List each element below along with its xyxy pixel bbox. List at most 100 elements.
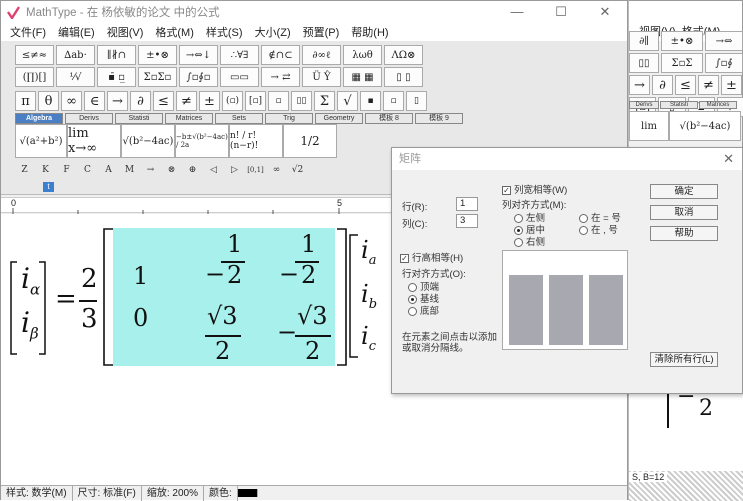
clear-all-lines-button[interactable]: 清除所有行(L) [650, 352, 718, 367]
bg-tab-derivs[interactable]: Derivs [629, 101, 659, 109]
tab-sets[interactable]: Sets [215, 113, 263, 124]
small-tpl-7[interactable]: → [141, 162, 160, 178]
small-tpl-13[interactable]: ∞ [267, 162, 286, 178]
menu-style[interactable]: 样式(S) [200, 24, 249, 40]
bg-tool-10[interactable]: ≠ [698, 75, 719, 95]
matrix-r2c3-num[interactable]: √3 [297, 302, 328, 330]
symbol-neq[interactable]: ≠ [176, 91, 197, 111]
palette-sets[interactable]: ∉∩⊂ [261, 45, 300, 65]
status-style[interactable]: 样式: 数学(M) [1, 485, 73, 501]
template-superscript[interactable]: ▪ [360, 91, 381, 111]
bg-tab-statisti[interactable]: Statisti [660, 101, 698, 109]
template-pythagoras[interactable]: √(a²+b²) [15, 124, 67, 158]
small-tpl-3[interactable]: F [57, 162, 76, 178]
matrix-r1c3-num[interactable]: 1 [301, 230, 316, 258]
palette-greek-upper[interactable]: ΛΩ⊗ [384, 45, 423, 65]
symbol-pi[interactable]: π [15, 91, 36, 111]
bg-tool-1[interactable]: ∂∥ [629, 31, 659, 51]
symbol-leq[interactable]: ≤ [153, 91, 174, 111]
matrix-r2c2-den[interactable]: 2 [215, 337, 230, 365]
symbol-plusminus[interactable]: ± [199, 91, 220, 111]
template-brackets[interactable]: [▫] [245, 91, 266, 111]
bg-tool-9[interactable]: ≤ [675, 75, 696, 95]
bg-tool-6[interactable]: ∫▫∮ [705, 53, 743, 73]
matrix-preview[interactable] [502, 250, 628, 350]
template-sum[interactable]: Σ [314, 91, 335, 111]
template-quadratic[interactable]: −b±√(b²−4ac) / 2a [175, 124, 229, 158]
tab-statisti[interactable]: Statisti [115, 113, 163, 124]
palette-arrows[interactable]: →⇔↓ [179, 45, 218, 65]
palette-misc[interactable]: ∂∞ℓ [302, 45, 341, 65]
palette-products[interactable]: Ü Ŷ [302, 67, 341, 87]
matrix-r2c3-den[interactable]: 2 [305, 337, 320, 365]
close-icon[interactable]: ✕ [583, 4, 627, 20]
small-tpl-12[interactable]: [0,1] [246, 162, 265, 178]
tab-geometry[interactable]: Geometry [315, 113, 363, 124]
palette-fences[interactable]: (∏)[] [15, 67, 54, 87]
bg-tool-2[interactable]: ±•⊗ [661, 31, 703, 51]
symbol-infinity[interactable]: ∞ [61, 91, 82, 111]
matrix-r2c2-num[interactable]: √3 [207, 302, 238, 330]
preview-column-3[interactable] [589, 275, 623, 345]
tab-trig[interactable]: Trig [265, 113, 313, 124]
tab-algebra[interactable]: Algebra [15, 113, 63, 124]
tab-derivs[interactable]: Derivs [65, 113, 113, 124]
small-tpl-2[interactable]: K [36, 162, 55, 178]
menu-view[interactable]: 视图(V) [101, 24, 150, 40]
equal-col-width-checkbox[interactable]: ✓ 列宽相等(W) [502, 182, 567, 196]
bg-tool-8[interactable]: ∂ [652, 75, 673, 95]
status-zoom[interactable]: 缩放: 200% [142, 485, 205, 501]
small-tpl-5[interactable]: A [99, 162, 118, 178]
template-box[interactable]: ▯▯ [291, 91, 312, 111]
matrix-r1c2-num[interactable]: 1 [227, 230, 242, 258]
matrix-r1c3-den[interactable]: 2 [301, 261, 316, 289]
col-align-right[interactable]: 右侧 [514, 234, 545, 248]
equal-row-height-checkbox[interactable]: ✓ 行高相等(H) [400, 250, 463, 264]
small-tpl-1[interactable]: Z [15, 162, 34, 178]
dialog-close-icon[interactable]: ✕ [723, 148, 734, 170]
menu-help[interactable]: 帮助(H) [345, 24, 394, 40]
menu-size[interactable]: 大小(Z) [249, 24, 297, 40]
menu-format[interactable]: 格式(M) [149, 24, 200, 40]
palette-labeled-arrows[interactable]: → ⇄ [261, 67, 300, 87]
row-align-bottom[interactable]: 底部 [408, 303, 439, 317]
maximize-icon[interactable]: ☐ [539, 4, 583, 20]
symbol-element[interactable]: ∈ [84, 91, 105, 111]
tab-matrices[interactable]: Matrices [165, 113, 213, 124]
template-subscript[interactable]: ▫ [383, 91, 404, 111]
palette-fractions[interactable]: ⅟√ [56, 67, 95, 87]
small-tpl-10[interactable]: ◁ [204, 162, 223, 178]
palette-scripts[interactable]: ▪̄ ▫̲ [97, 67, 136, 87]
palette-matrices[interactable]: ▦ ▦ [343, 67, 382, 87]
bg-tool-5[interactable]: Σ▫Σ [661, 53, 703, 73]
bg-template-sqrt[interactable]: √(b²−4ac) [669, 111, 741, 141]
preview-column-1[interactable] [509, 275, 543, 345]
col-align-comma[interactable]: 在 , 号 [579, 222, 618, 236]
preview-column-2[interactable] [549, 275, 583, 345]
palette-integrals[interactable]: ∫▫∮▫ [179, 67, 218, 87]
small-tpl-9[interactable]: ⊕ [183, 162, 202, 178]
menu-preferences[interactable]: 预置(P) [297, 24, 346, 40]
small-tpl-4[interactable]: C [78, 162, 97, 178]
palette-boxes[interactable]: ▯ ▯ [384, 67, 423, 87]
template-parens[interactable]: (▫) [222, 91, 243, 111]
bg-tool-7[interactable]: → [629, 75, 650, 95]
small-tpl-6[interactable]: M [120, 162, 139, 178]
bg-tool-4[interactable]: ▯▯ [629, 53, 659, 73]
symbol-theta[interactable]: θ [38, 91, 59, 111]
ok-button[interactable]: 确定 [650, 184, 718, 199]
menu-file[interactable]: 文件(F) [4, 24, 52, 40]
template-fraction[interactable]: ▫ [268, 91, 289, 111]
small-tpl-14[interactable]: √2 [288, 162, 307, 178]
bg-template-lim[interactable]: lim [629, 111, 669, 141]
template-matrix[interactable]: ▯ [406, 91, 427, 111]
help-button[interactable]: 帮助 [650, 226, 718, 241]
status-color[interactable]: 颜色: [204, 485, 238, 501]
palette-spaces[interactable]: ∆ab· [56, 45, 95, 65]
cancel-button[interactable]: 取消 [650, 205, 718, 220]
palette-logic[interactable]: ∴∀∃ [220, 45, 259, 65]
matrix-r1c1[interactable]: 1 [133, 262, 148, 290]
status-size[interactable]: 尺寸: 标准(F) [73, 485, 142, 501]
tab-template-8[interactable]: 模板 8 [365, 113, 413, 124]
bg-tool-11[interactable]: ± [721, 75, 742, 95]
